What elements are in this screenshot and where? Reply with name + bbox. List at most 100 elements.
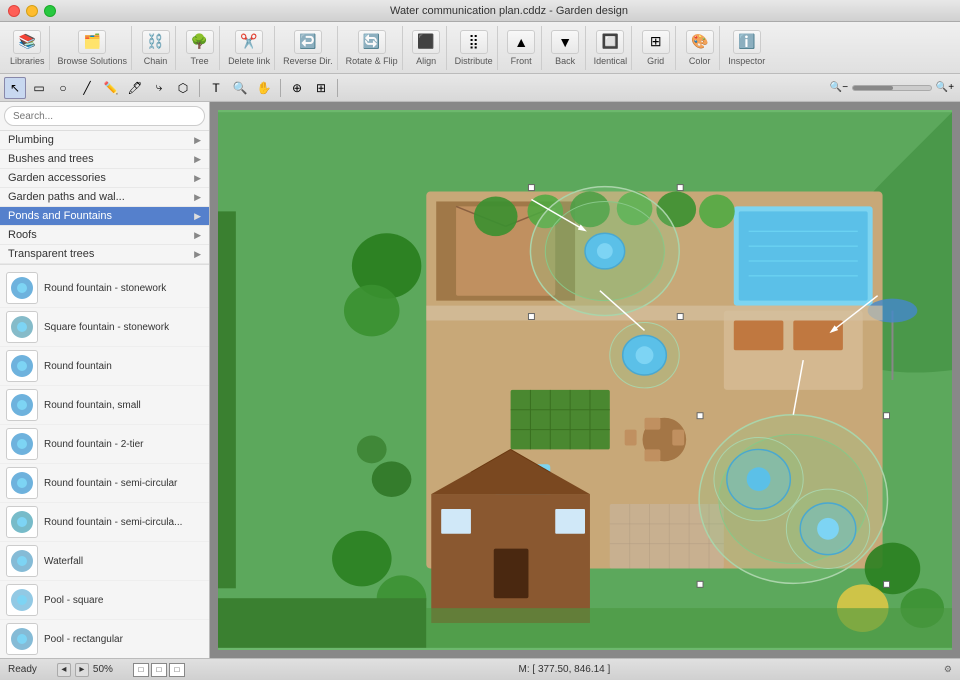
toolbar-identical[interactable]: 🔲 Identical xyxy=(590,26,633,70)
color-label: Color xyxy=(689,56,711,66)
lib-item-9[interactable]: Pool - rectangular xyxy=(0,620,209,658)
lib-icon-4 xyxy=(6,428,38,460)
lib-item-0[interactable]: Round fountain - stonework xyxy=(0,269,209,308)
toolbar-rotate[interactable]: 🔄 Rotate & Flip xyxy=(342,26,403,70)
cat-label: Roofs xyxy=(8,229,37,241)
tree-icon[interactable]: 🌳 xyxy=(186,30,214,54)
toolbar-browse[interactable]: 🗂️ Browse Solutions xyxy=(54,26,133,70)
toolbar-libraries[interactable]: 📚 Libraries xyxy=(6,26,50,70)
category-item-4[interactable]: Ponds and Fountains▶ xyxy=(0,207,209,226)
deletelink-icon[interactable]: ✂️ xyxy=(235,30,263,54)
color-icon[interactable]: 🎨 xyxy=(686,30,714,54)
toolbar-align[interactable]: ⬛ Align xyxy=(407,26,447,70)
align-label: Align xyxy=(416,56,436,66)
category-item-3[interactable]: Garden paths and wal...▶ xyxy=(0,188,209,207)
toolbar-color[interactable]: 🎨 Color xyxy=(680,26,720,70)
inspector-icon[interactable]: ℹ️ xyxy=(733,30,761,54)
lib-label-8: Pool - square xyxy=(44,595,103,606)
zoom-increase-btn[interactable]: ▸ xyxy=(75,663,89,677)
rect-tool[interactable]: ▭ xyxy=(28,77,50,99)
zoom-decrease-btn[interactable]: ◂ xyxy=(57,663,71,677)
chain-label: Chain xyxy=(144,56,168,66)
category-item-5[interactable]: Roofs ▶ xyxy=(0,226,209,245)
toolbar-chain[interactable]: ⛓️ Chain xyxy=(136,26,176,70)
cat-arrow: ▶ xyxy=(194,230,201,241)
tools-bar: ↖ ▭ ○ ╱ ✏️ 🖊 ⤷ ⬡ T 🔍 ✋ ⊕ ⊞ 🔍− 🔍+ xyxy=(0,74,960,102)
status-ready: Ready xyxy=(8,664,37,675)
lib-item-5[interactable]: Round fountain - semi-circular xyxy=(0,464,209,503)
front-icon[interactable]: ▲ xyxy=(507,30,535,54)
zoom-in-btn[interactable]: 🔍+ xyxy=(934,77,956,99)
distribute-icon[interactable]: ⣿ xyxy=(460,30,488,54)
grid-tool[interactable]: ⊞ xyxy=(310,77,332,99)
search-input[interactable] xyxy=(4,106,205,126)
lib-item-4[interactable]: Round fountain - 2-tier xyxy=(0,425,209,464)
sidebar: Plumbing▶Bushes and trees▶Garden accesso… xyxy=(0,102,210,658)
toolbar-reverse[interactable]: ↩️ Reverse Dir. xyxy=(279,26,338,70)
toolbar-front[interactable]: ▲ Front xyxy=(502,26,542,70)
category-item-2[interactable]: Garden accessories▶ xyxy=(0,169,209,188)
pencil-tool[interactable]: ✏️ xyxy=(100,77,122,99)
polygon-tool[interactable]: ⬡ xyxy=(172,77,194,99)
lib-label-1: Square fountain - stonework xyxy=(44,322,169,333)
snap-tool[interactable]: ⊕ xyxy=(286,77,308,99)
grid-icon[interactable]: ⊞ xyxy=(642,30,670,54)
front-label: Front xyxy=(511,56,532,66)
garden-svg xyxy=(218,110,952,650)
lib-item-3[interactable]: Round fountain, small xyxy=(0,386,209,425)
close-button[interactable] xyxy=(8,5,20,17)
lib-icon-1 xyxy=(6,311,38,343)
zoom-value: 50% xyxy=(93,664,113,675)
lib-icon-9 xyxy=(6,623,38,655)
zoom-in-tool[interactable]: 🔍 xyxy=(229,77,251,99)
text-tool[interactable]: T xyxy=(205,77,227,99)
rotate-icon[interactable]: 🔄 xyxy=(358,30,386,54)
category-item-0[interactable]: Plumbing▶ xyxy=(0,131,209,150)
category-item-1[interactable]: Bushes and trees▶ xyxy=(0,150,209,169)
back-icon[interactable]: ▼ xyxy=(551,30,579,54)
maximize-button[interactable] xyxy=(44,5,56,17)
zoom-slider[interactable] xyxy=(852,85,932,91)
lib-item-6[interactable]: Round fountain - semi-circula... xyxy=(0,503,209,542)
search-bar xyxy=(0,102,209,131)
line-tool[interactable]: ╱ xyxy=(76,77,98,99)
lib-label-9: Pool - rectangular xyxy=(44,634,123,645)
chain-icon[interactable]: ⛓️ xyxy=(142,30,170,54)
hand-tool[interactable]: ✋ xyxy=(253,77,275,99)
toolbar-distribute[interactable]: ⣿ Distribute xyxy=(451,26,498,70)
toolbar-inspector[interactable]: ℹ️ Inspector xyxy=(724,26,769,70)
toolbar-grid[interactable]: ⊞ Grid xyxy=(636,26,676,70)
lib-item-1[interactable]: Square fountain - stonework xyxy=(0,308,209,347)
zoom-control[interactable]: ◂ ▸ 50% xyxy=(57,663,113,677)
lib-item-2[interactable]: Round fountain xyxy=(0,347,209,386)
lib-icon-8 xyxy=(6,584,38,616)
main-content: Plumbing▶Bushes and trees▶Garden accesso… xyxy=(0,102,960,658)
connect-tool[interactable]: ⤷ xyxy=(148,77,170,99)
lib-item-8[interactable]: Pool - square xyxy=(0,581,209,620)
libraries-icon[interactable]: 📚 xyxy=(13,30,41,54)
cat-arrow: ▶ xyxy=(194,154,201,165)
select-tool[interactable]: ↖ xyxy=(4,77,26,99)
ellipse-tool[interactable]: ○ xyxy=(52,77,74,99)
pen-tool[interactable]: 🖊 xyxy=(124,77,146,99)
identical-icon[interactable]: 🔲 xyxy=(596,30,624,54)
toolbar-tree[interactable]: 🌳 Tree xyxy=(180,26,220,70)
category-item-6[interactable]: Transparent trees▶ xyxy=(0,245,209,264)
lib-icon-2 xyxy=(6,350,38,382)
canvas-area[interactable] xyxy=(210,102,960,658)
page-btn-1[interactable]: □ xyxy=(133,663,149,677)
reverse-icon[interactable]: ↩️ xyxy=(294,30,322,54)
page-btn-3[interactable]: □ xyxy=(169,663,185,677)
cat-label: Ponds and Fountains xyxy=(8,210,112,222)
browse-icon[interactable]: 🗂️ xyxy=(78,30,106,54)
lib-item-7[interactable]: Waterfall xyxy=(0,542,209,581)
toolbar-back[interactable]: ▼ Back xyxy=(546,26,586,70)
lib-label-7: Waterfall xyxy=(44,556,83,567)
page-btn-2[interactable]: □ xyxy=(151,663,167,677)
ready-text: Ready xyxy=(8,664,37,675)
cat-label: Garden accessories xyxy=(8,172,106,184)
align-icon[interactable]: ⬛ xyxy=(412,30,440,54)
toolbar-deletelink[interactable]: ✂️ Delete link xyxy=(224,26,275,70)
zoom-out-btn[interactable]: 🔍− xyxy=(828,77,850,99)
minimize-button[interactable] xyxy=(26,5,38,17)
